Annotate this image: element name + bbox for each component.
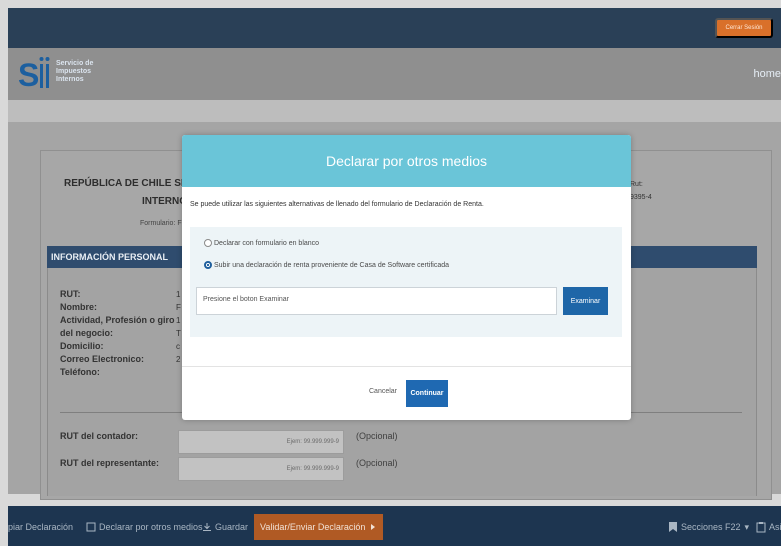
modal-intro-text: Se puede utilizar las siguientes alterna… (190, 201, 484, 208)
logo-line-3: Internos (56, 76, 84, 83)
document-icon (86, 522, 96, 532)
cancelar-button[interactable]: Cancelar (369, 388, 397, 395)
option-formulario-blanco-label: Declarar con formulario en blanco (214, 239, 320, 247)
svg-text:S: S (18, 57, 39, 92)
top-bar: Cerrar Sesión (8, 8, 781, 48)
validar-enviar-label: Validar/Enviar Declaración (260, 522, 366, 532)
declarar-otros-medios-modal: Declarar por otros medios Se puede utili… (182, 135, 631, 420)
label-negocio: del negocio: (60, 328, 114, 338)
option-subir-declaracion-label: Subir una declaración de renta provenien… (214, 261, 450, 269)
logo-line-2: Impuestos (56, 68, 92, 75)
option-subir-declaracion[interactable]: Subir una declaración de renta provenien… (204, 261, 449, 269)
label-rut: RUT: (60, 289, 81, 299)
secciones-f22-label: Secciones F22 (681, 522, 741, 532)
form-heading-line-2: INTERNO (142, 196, 187, 207)
form-heading-line-1: REPÚBLICA DE CHILE SERV (64, 178, 202, 189)
copiar-declaracion-button[interactable]: piar Declaración (8, 514, 73, 540)
home-link[interactable]: home (753, 68, 781, 80)
download-icon (203, 523, 211, 531)
app-frame: Cerrar Sesión S Servicio de Impuestos In… (0, 0, 781, 546)
rut-right-value: 9395-4 (630, 194, 652, 201)
copiar-declaracion-label: piar Declaración (8, 522, 74, 532)
secciones-f22-button[interactable]: Secciones F22 ▾ (668, 514, 749, 540)
continuar-button[interactable]: Continuar (406, 380, 448, 407)
contador-optional-label: (Opcional) (356, 431, 398, 441)
bookmark-icon (669, 522, 677, 532)
label-correo: Correo Electronico: (60, 354, 145, 364)
rut-right-info: Rut: 9395-4 (630, 178, 652, 204)
value-domicilio: T (176, 329, 181, 338)
asistente-button[interactable]: Asi (756, 514, 781, 540)
options-panel: Declarar con formulario en blanco Subir … (190, 227, 622, 337)
personal-info-values: 1 F 1 T c 2 (176, 288, 181, 366)
label-domicilio: Domicilio: (60, 341, 104, 351)
examinar-button[interactable]: Examinar (563, 287, 608, 315)
value-actividad: 1 (176, 316, 181, 325)
logo-text: Servicio de Impuestos Internos (56, 60, 93, 84)
personal-info-labels: RUT: Nombre: Actividad, Profesión o giro… (60, 288, 175, 379)
contador-label: RUT del contador: (60, 431, 138, 441)
validar-enviar-button[interactable]: Validar/Enviar Declaración (254, 514, 384, 540)
asistente-label: Asi (769, 522, 781, 532)
value-telefono: 2 (176, 355, 181, 364)
value-correo: c (176, 342, 180, 351)
declarar-otros-medios-button[interactable]: Declarar por otros medios (86, 514, 203, 540)
guardar-button[interactable]: Guardar (202, 514, 248, 540)
play-icon (371, 524, 376, 530)
label-actividad: Actividad, Profesión o giro (60, 315, 175, 325)
contador-rut-field[interactable]: Ejem: 99.999.999-9 (178, 430, 344, 454)
option-formulario-blanco[interactable]: Declarar con formulario en blanco (204, 239, 319, 247)
modal-separator (182, 366, 631, 367)
sub-header-strip (8, 100, 781, 122)
logo-bar: S Servicio de Impuestos Internos home (8, 48, 781, 100)
value-nombre: F (176, 303, 181, 312)
label-telefono: Teléfono: (60, 367, 100, 377)
radio-unselected[interactable] (204, 239, 212, 247)
radio-selected[interactable] (204, 261, 212, 269)
form-code-label: Formulario: F2 (140, 220, 186, 227)
modal-title: Declarar por otros medios (182, 135, 631, 187)
logo-line-1: Servicio de (56, 60, 94, 67)
label-nombre: Nombre: (60, 302, 98, 312)
sii-logo-icon: S (16, 54, 54, 92)
representante-optional-label: (Opcional) (356, 458, 398, 468)
rut-right-label: Rut: (630, 181, 643, 188)
representante-label: RUT del representante: (60, 458, 160, 468)
guardar-label: Guardar (215, 522, 249, 532)
logout-button[interactable]: Cerrar Sesión (715, 18, 773, 38)
clipboard-icon (756, 522, 766, 533)
chevron-down-icon: ▾ (744, 521, 750, 532)
value-rut: 1 (176, 290, 181, 299)
representante-rut-field[interactable]: Ejem: 99.999.999-9 (178, 457, 344, 481)
file-path-input[interactable]: Presione el boton Examinar (196, 287, 557, 315)
declarar-otros-medios-label: Declarar por otros medios (99, 522, 203, 532)
